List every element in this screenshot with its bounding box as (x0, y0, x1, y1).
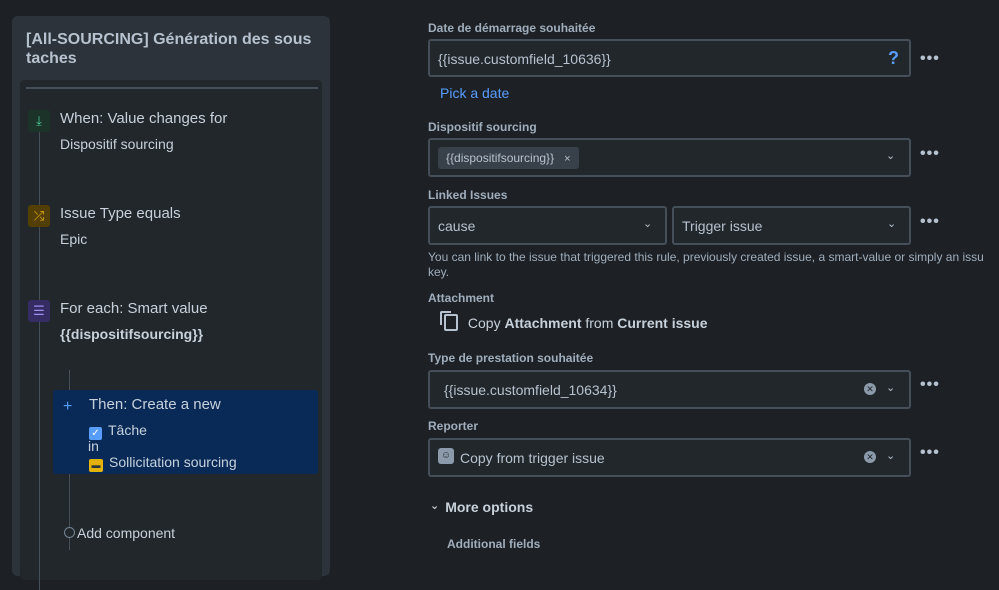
condition-title[interactable]: Issue Type equals (60, 205, 181, 222)
pick-a-date-link[interactable]: Pick a date (440, 85, 509, 101)
project-line: ▬ Sollicitation sourcing (89, 454, 237, 472)
condition-subtitle[interactable]: Epic (60, 231, 87, 247)
prestation-label: Type de prestation souhaitée (428, 351, 594, 365)
chevron-down-icon[interactable]: ⌄ (886, 381, 895, 394)
link-type-select[interactable]: cause ⌄ (428, 206, 667, 245)
start-date-field[interactable]: {{issue.customfield_10636}} ? (428, 39, 911, 77)
attachment-word: Attachment (504, 315, 582, 331)
more-options-label: More options (445, 499, 534, 515)
more-options-icon[interactable]: ••• (920, 444, 940, 462)
avatar-icon: ☺ (438, 448, 454, 464)
in-label: in (88, 438, 99, 454)
start-date-label: Date de démarrage souhaitée (428, 21, 596, 35)
project-label: Sollicitation sourcing (109, 454, 237, 470)
reporter-label: Reporter (428, 419, 479, 433)
issue-type-label: Tâche (108, 422, 147, 438)
link-target-value: Trigger issue (682, 218, 763, 234)
trigger-subtitle[interactable]: Dispositif sourcing (60, 136, 174, 152)
more-options-icon[interactable]: ••• (920, 213, 940, 231)
component-list: ⤓ When: Value changes for Dispositif sou… (20, 80, 322, 590)
list-icon: ☰ (28, 300, 50, 322)
project-icon: ▬ (89, 459, 103, 472)
dispositif-tag-label: {{dispositifsourcing}} (446, 151, 555, 165)
add-component-dot-icon (64, 527, 75, 538)
more-options-icon[interactable]: ••• (920, 145, 940, 163)
dispositif-select[interactable]: {{dispositifsourcing}} × ⌄ (428, 138, 911, 177)
more-options-icon[interactable]: ••• (920, 376, 940, 394)
copy-icon (440, 311, 458, 331)
link-target-select[interactable]: Trigger issue ⌄ (672, 206, 911, 245)
branch-title[interactable]: For each: Smart value (60, 300, 208, 317)
chevron-down-icon[interactable]: ⌄ (886, 149, 895, 162)
start-date-value: {{issue.customfield_10636}} (438, 51, 611, 67)
flow-line (39, 120, 40, 590)
rule-panel: [All-SOURCING] Génération des sous tache… (12, 16, 330, 590)
chevron-down-icon[interactable]: ⌄ (887, 217, 896, 230)
linked-issues-label: Linked Issues (428, 188, 508, 202)
clear-icon[interactable]: ✕ (864, 383, 876, 395)
trigger-icon: ⤓ (28, 110, 50, 132)
add-component-button[interactable]: Add component (77, 525, 175, 541)
remove-tag-icon[interactable]: × (564, 153, 570, 165)
dispositif-tag: {{dispositifsourcing}} × (438, 147, 579, 169)
rule-title: [All-SOURCING] Génération des sous tache… (26, 31, 312, 67)
plus-icon: + (63, 398, 73, 415)
attachment-source: Current issue (617, 315, 708, 331)
helper-line-2: key. (428, 265, 450, 279)
reporter-value: Copy from trigger issue (460, 450, 605, 466)
more-options-toggle[interactable]: ⌄ More options (430, 499, 533, 515)
attachment-row: Copy Attachment from Current issue (440, 311, 708, 331)
prestation-select[interactable]: {{issue.customfield_10634}} ✕ ⌄ (428, 370, 911, 409)
clear-icon[interactable]: ✕ (864, 451, 876, 463)
branch-subtitle[interactable]: {{dispositifsourcing}} (60, 326, 203, 342)
link-type-value: cause (438, 218, 476, 234)
collapse-chevron-icon: ⌄ (430, 500, 440, 512)
shuffle-icon: ⤮ (28, 205, 50, 227)
chevron-down-icon[interactable]: ⌄ (643, 217, 652, 230)
attachment-label: Attachment (428, 291, 495, 305)
reporter-select[interactable]: ☺ Copy from trigger issue ✕ ⌄ (428, 438, 911, 477)
more-options-icon[interactable]: ••• (920, 50, 940, 68)
chevron-down-icon[interactable]: ⌄ (886, 449, 895, 462)
help-icon[interactable]: ? (888, 48, 899, 69)
helper-line-1: You can link to the issue that triggered… (428, 250, 984, 264)
divider (26, 87, 318, 89)
action-title: Then: Create a new (89, 396, 221, 413)
prestation-value: {{issue.customfield_10634}} (444, 382, 617, 398)
action-card-selected[interactable]: + Then: Create a new ✓ Tâche in ▬ Sollicit… (53, 390, 318, 474)
trigger-title[interactable]: When: Value changes for (60, 110, 227, 127)
attachment-copy-word: Copy (467, 315, 501, 331)
attachment-from: from (585, 315, 614, 331)
dispositif-label: Dispositif sourcing (428, 120, 537, 134)
linked-issues-helper: You can link to the issue that triggered… (428, 250, 999, 280)
